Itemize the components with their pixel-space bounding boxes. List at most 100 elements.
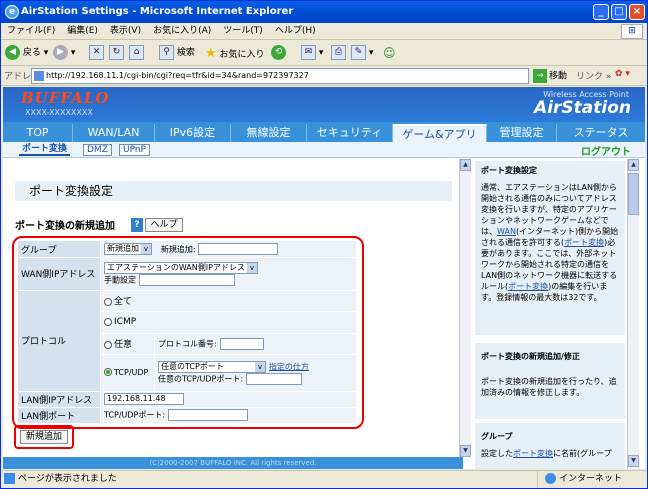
lan-port-label: LAN側ポート — [17, 406, 101, 425]
toolbar: ◀ 戻る ▾ ▶ ▾ ✕ ↻ ⌂ ⚲ 検索 ★ お気に入り ⟲ ✉ ▾ ⎙ ✎ … — [1, 41, 647, 66]
lan-ip-input[interactable]: 192.168.11.48 — [104, 393, 184, 406]
menu-help[interactable]: ヘルプ(H) — [275, 26, 316, 36]
maximize-button[interactable]: □ — [611, 4, 627, 20]
page-content: BUFFALO XXXX-XXXXXXXX Wireless Access Po… — [3, 87, 645, 469]
sub-nav: ポート変換 DMZ UPnP ログアウト — [3, 142, 645, 158]
refresh-button[interactable]: ↻ — [109, 45, 124, 62]
tcp-port-select[interactable]: 任意のTCPポート — [158, 360, 266, 373]
toolbar-extra-icon[interactable]: ✿ ▾ — [615, 69, 630, 79]
help-link-port-forward-1[interactable]: ポート変換 — [564, 238, 604, 247]
help-link-wan[interactable]: WAN — [497, 227, 516, 236]
logout-link[interactable]: ログアウト — [581, 143, 631, 158]
help-question-icon[interactable]: ? — [131, 218, 143, 232]
forward-button[interactable]: ▶ ▾ — [53, 45, 75, 62]
protocol-icmp-label: ICMP — [114, 317, 137, 328]
lan-port-input[interactable] — [167, 409, 248, 422]
windows-flag-icon: ⊞ — [621, 24, 643, 39]
protocol-number-input[interactable] — [219, 337, 264, 350]
tab-admin[interactable]: 管理設定 — [487, 124, 557, 142]
tab-ipv6[interactable]: IPv6設定 — [155, 124, 231, 142]
tab-wan-lan[interactable]: WAN/LAN — [73, 124, 155, 142]
group-select[interactable]: 新規追加 — [104, 243, 152, 256]
wan-ip-cell: エアステーションのWAN側IPアドレス 手動設定 — [100, 257, 357, 291]
protocol-tcpudp-cell: TCP/UDP — [100, 354, 155, 392]
help-scroll-up-icon[interactable]: ▲ — [628, 159, 639, 171]
menu-edit[interactable]: 編集(E) — [67, 26, 98, 36]
buffalo-logo: BUFFALO — [21, 89, 110, 107]
back-arrow-icon: ◀ — [5, 45, 20, 60]
protocol-icmp-radio[interactable] — [104, 317, 112, 326]
mail-button[interactable]: ✉ ▾ — [301, 45, 323, 62]
address-input[interactable]: http://192.168.11.1/cgi-bin/cgi?req=tfr&… — [31, 68, 529, 84]
history-button[interactable]: ⟲ — [271, 45, 286, 62]
close-button[interactable]: × — [629, 4, 645, 20]
any-port-input[interactable] — [245, 372, 302, 385]
scroll-down-icon[interactable]: ▼ — [460, 445, 471, 457]
protocol-any-cell: 任意 — [100, 332, 155, 356]
protocol-number-cell: プロトコル番号: — [154, 332, 357, 356]
subtab-port-forward[interactable]: ポート変換 — [19, 144, 71, 156]
help-button[interactable]: ヘルプ — [145, 218, 183, 232]
tab-security[interactable]: セキュリティ — [307, 124, 393, 142]
print-icon: ⎙ — [331, 45, 346, 60]
protocol-label: プロトコル — [17, 289, 101, 392]
tab-wireless[interactable]: 無線設定 — [231, 124, 307, 142]
favorites-button[interactable]: ★ お気に入り — [205, 45, 265, 62]
status-text: ページが表示されました — [18, 474, 117, 484]
how-to-link[interactable]: 指定の仕方 — [269, 362, 309, 371]
subtab-dmz[interactable]: DMZ — [83, 144, 112, 156]
address-bar: アドレス(D) http://192.168.11.1/cgi-bin/cgi?… — [1, 66, 647, 86]
print-button[interactable]: ⎙ — [331, 45, 346, 62]
group-cell: 新規追加 新規追加: — [100, 239, 357, 259]
help-box-group: グループ 設定したポート変換に名前(グループ — [475, 423, 625, 469]
tab-game-app[interactable]: ゲーム&アプリ — [393, 124, 487, 142]
help-heading-add: ポート変換の新規追加/修正 — [481, 352, 580, 361]
lan-ip-label: LAN側IPアドレス — [17, 390, 101, 408]
stop-icon: ✕ — [89, 45, 104, 60]
home-button[interactable]: ⌂ — [129, 45, 144, 62]
menu-file[interactable]: ファイル(F) — [7, 26, 55, 36]
edit-button[interactable]: ✎ ▾ — [351, 45, 373, 62]
help-scrollbar[interactable]: ▲ ▼ — [627, 159, 639, 469]
help-scroll-thumb[interactable] — [628, 173, 639, 215]
add-new-button[interactable]: 新規追加 — [20, 430, 68, 444]
title-bar: e AirStation Settings - Microsoft Intern… — [1, 1, 647, 23]
scroll-up-icon[interactable]: ▲ — [460, 159, 471, 171]
stop-button[interactable]: ✕ — [89, 45, 104, 62]
protocol-all-radio[interactable] — [104, 297, 112, 306]
subtab-upnp[interactable]: UPnP — [119, 144, 150, 156]
help-heading-group: グループ — [481, 432, 513, 441]
back-button[interactable]: ◀ 戻る ▾ — [5, 45, 48, 62]
help-link-port-forward-2[interactable]: ポート変換 — [508, 282, 548, 291]
menu-favorites[interactable]: お気に入り(A) — [153, 26, 211, 36]
minimize-button[interactable]: _ — [593, 4, 609, 20]
page-icon — [34, 71, 44, 81]
menu-tools[interactable]: ツール(T) — [223, 26, 263, 36]
model-name: XXXX-XXXXXXXX — [25, 108, 93, 117]
group-new-input[interactable] — [198, 243, 279, 256]
wan-ip-select[interactable]: エアステーションのWAN側IPアドレス — [104, 261, 258, 274]
page-footer: (C)2000-2007 BUFFALO INC. All rights res… — [3, 457, 463, 469]
help-link-port-forward-3[interactable]: ポート変換 — [513, 449, 553, 458]
star-icon: ★ — [205, 46, 217, 61]
ie-icon: e — [5, 5, 19, 19]
group-new-label: 新規追加: — [160, 244, 196, 254]
menu-view[interactable]: 表示(V) — [110, 26, 141, 36]
help-scroll-down-icon[interactable]: ▼ — [628, 455, 639, 467]
lan-port-field-label: TCP/UDPポート: — [104, 410, 166, 420]
group-label: グループ — [17, 239, 101, 259]
port-forward-form: グループ 新規追加 新規追加: WAN側IPアドレス エアステーションのWAN側… — [17, 239, 357, 425]
refresh-icon: ↻ — [109, 45, 124, 60]
go-button[interactable]: → 移動 — [533, 69, 567, 84]
tab-status[interactable]: ステータス — [557, 124, 645, 142]
wan-manual-input[interactable] — [138, 273, 235, 286]
tab-top[interactable]: TOP — [3, 124, 73, 142]
protocol-tcpudp-radio[interactable] — [104, 368, 112, 377]
protocol-any-radio[interactable] — [104, 340, 112, 349]
search-button[interactable]: ⚲ 検索 — [159, 45, 195, 62]
history-icon: ⟲ — [271, 45, 286, 60]
links-button[interactable]: リンク » — [576, 69, 611, 82]
section-heading: ポート変換の新規追加 — [15, 221, 115, 232]
messenger-button[interactable]: ☺ — [383, 45, 396, 62]
main-scrollbar[interactable]: ▲ ▼ — [459, 159, 471, 457]
